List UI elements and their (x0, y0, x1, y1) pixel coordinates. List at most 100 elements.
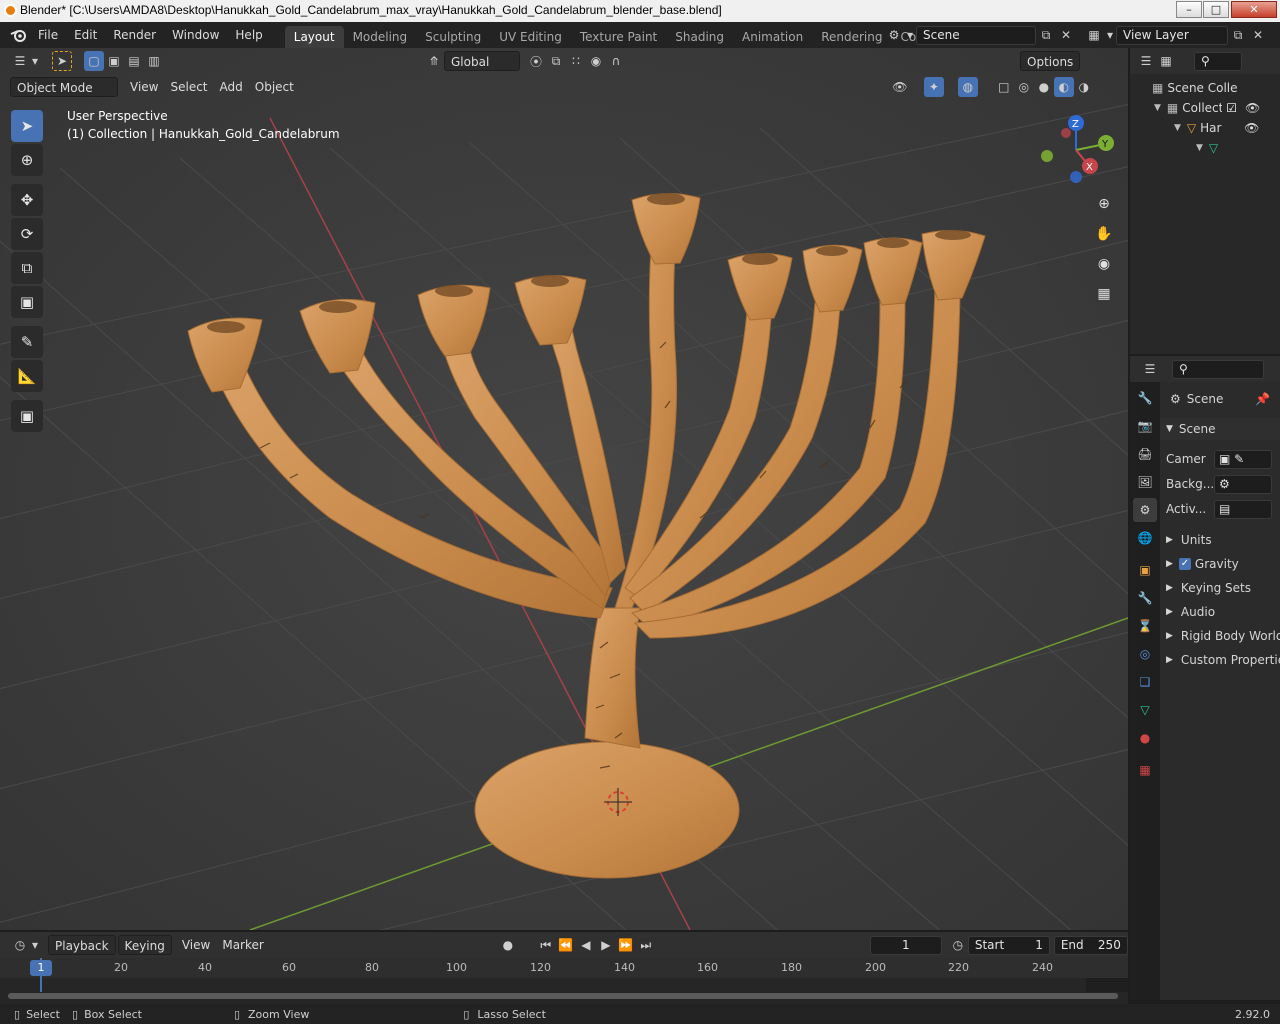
render-tab-icon[interactable]: 📷 (1133, 414, 1157, 438)
menu-render[interactable]: Render (105, 22, 164, 48)
3d-viewport[interactable]: Z Y X (0, 48, 1128, 930)
tool-tab-icon[interactable]: 🔧 (1133, 386, 1157, 410)
delete-scene-icon[interactable]: ✕ (1056, 25, 1076, 45)
tab-modeling[interactable]: Modeling (344, 26, 417, 48)
move-tool[interactable]: ✥ (11, 184, 43, 216)
tab-layout[interactable]: Layout (284, 26, 344, 48)
new-view-layer-icon[interactable]: ⧉ (1228, 25, 1248, 45)
maximize-button[interactable]: □ (1203, 1, 1229, 18)
transform-orientation-dropdown[interactable]: Global (444, 51, 520, 71)
minimize-button[interactable]: – (1176, 1, 1202, 18)
menu-window[interactable]: Window (164, 22, 227, 48)
transform-tool[interactable]: ▣ (11, 286, 43, 318)
select-tool-icon[interactable]: ➤ (52, 51, 72, 71)
chevron-down-icon[interactable]: ▼ (1154, 103, 1161, 113)
outliner-row-collection[interactable]: ▼ ▦ Collecti ☑ 👁 (1130, 98, 1280, 118)
chevron-down-icon[interactable]: ▼ (1166, 418, 1173, 440)
snap-target-icon[interactable]: ∷ (566, 51, 586, 71)
material-shading-icon[interactable]: ◐ (1053, 77, 1074, 97)
menu-object[interactable]: Object (249, 77, 300, 97)
cursor-tool[interactable]: ⊕ (11, 144, 43, 176)
scene-tab-icon[interactable]: ⚙ (1133, 498, 1157, 522)
background-scene-field[interactable]: ⚙ (1214, 474, 1272, 494)
chevron-right-icon[interactable]: ▶ (1166, 529, 1173, 551)
tab-texture-paint[interactable]: Texture Paint (571, 26, 666, 48)
timeline-area[interactable]: 1 20 40 60 80 100 120 140 160 180 200 22… (0, 958, 1128, 1004)
mode-subtract-icon[interactable]: ▤ (124, 51, 144, 71)
end-frame-field[interactable]: End 250 (1053, 935, 1128, 955)
tab-rendering[interactable]: Rendering (812, 26, 891, 48)
pan-hand-icon[interactable]: ✋ (1090, 220, 1118, 248)
zoom-icon[interactable]: ⊕ (1090, 190, 1118, 218)
editor-type-icon[interactable]: ☰ (10, 51, 30, 71)
gravity-panel-header[interactable]: ▶ ✓ Gravity (1160, 553, 1280, 575)
data-tab-icon[interactable]: ▽ (1133, 698, 1157, 722)
playback-menu[interactable]: Playback (48, 935, 116, 955)
falloff-icon[interactable]: ∩ (606, 51, 626, 71)
prev-keyframe-icon[interactable]: ⏪ (556, 935, 576, 955)
wireframe-shading-icon[interactable]: ◎ (1014, 77, 1034, 97)
checkbox-icon[interactable]: ☑ (1226, 101, 1237, 115)
solid-shading-icon[interactable]: ● (1034, 77, 1054, 97)
menu-add[interactable]: Add (214, 77, 249, 97)
proportional-edit-icon[interactable]: ◉ (586, 51, 606, 71)
outliner-row-object[interactable]: ▼ ▽ Har 👁 (1130, 118, 1280, 138)
camera-view-icon[interactable]: ◉ (1090, 250, 1118, 278)
rotate-tool[interactable]: ⟳ (11, 218, 43, 250)
transform-orientation-icon[interactable]: ⤊ (424, 51, 444, 71)
chevron-down-icon[interactable]: ▾ (904, 25, 916, 45)
next-keyframe-icon[interactable]: ⏩ (616, 935, 636, 955)
chevron-down-icon[interactable]: ▾ (1104, 25, 1116, 45)
record-icon[interactable]: ● (498, 935, 518, 955)
chevron-down-icon[interactable]: ▾ (30, 935, 40, 955)
scene-icon[interactable]: ⚙ (884, 25, 904, 45)
clock-icon[interactable]: ◷ (948, 935, 968, 955)
play-icon[interactable]: ▶ (596, 935, 616, 955)
rigid-body-world-panel-header[interactable]: ▶ Rigid Body World (1160, 625, 1280, 647)
xray-toggle-icon[interactable]: □ (994, 77, 1014, 97)
chevron-right-icon[interactable]: ▶ (1166, 649, 1173, 671)
view-layer-name-field[interactable]: View Layer (1116, 25, 1228, 45)
chevron-right-icon[interactable]: ▶ (1166, 625, 1173, 647)
close-button[interactable]: ✕ (1231, 1, 1277, 18)
active-clip-field[interactable]: ▤ (1214, 499, 1272, 519)
start-frame-field[interactable]: Start 1 (967, 935, 1050, 955)
outliner-editor-icon[interactable]: ☰ (1136, 51, 1156, 71)
chevron-down-icon[interactable]: ▾ (30, 51, 40, 71)
rendered-shading-icon[interactable]: ◑ (1074, 77, 1094, 97)
current-frame-field[interactable]: 1 (869, 935, 942, 955)
blender-logo-icon[interactable] (6, 25, 30, 45)
tab-animation[interactable]: Animation (733, 26, 812, 48)
chevron-right-icon[interactable]: ▶ (1166, 553, 1173, 575)
gravity-checkbox[interactable]: ✓ (1178, 558, 1191, 570)
ortho-grid-icon[interactable]: ▦ (1090, 280, 1118, 308)
outliner-row-scene-collection[interactable]: ▦ Scene Colle (1130, 78, 1280, 98)
mode-intersect-icon[interactable]: ▥ (144, 51, 164, 71)
menu-view[interactable]: View (124, 77, 164, 97)
delete-view-layer-icon[interactable]: ✕ (1248, 25, 1268, 45)
output-tab-icon[interactable]: 🖨 (1133, 442, 1157, 466)
object-tab-icon[interactable]: ▣ (1133, 558, 1157, 582)
texture-tab-icon[interactable]: ▦ (1133, 758, 1157, 782)
menu-file[interactable]: File (30, 22, 66, 48)
camera-field[interactable]: ▣ ✎ (1214, 449, 1272, 469)
mode-extend-icon[interactable]: ▣ (104, 51, 124, 71)
material-tab-icon[interactable]: ● (1133, 726, 1157, 750)
physics-tab-icon[interactable]: ◎ (1133, 642, 1157, 666)
play-reverse-icon[interactable]: ◀ (576, 935, 596, 955)
object-mode-dropdown[interactable]: Object Mode (10, 77, 118, 97)
marker-menu[interactable]: Marker (216, 935, 269, 955)
particles-tab-icon[interactable]: ⌛ (1133, 614, 1157, 638)
menu-select[interactable]: Select (164, 77, 213, 97)
menu-help[interactable]: Help (227, 22, 270, 48)
outliner-row-mesh-data[interactable]: ▼ ▽ (1130, 138, 1280, 158)
measure-tool[interactable]: 📐 (11, 360, 43, 392)
annotate-tool[interactable]: ✎ (11, 326, 43, 358)
scene-name-field[interactable]: Scene (916, 25, 1036, 45)
display-mode-icon[interactable]: ▦ (1156, 51, 1176, 71)
menu-edit[interactable]: Edit (66, 22, 105, 48)
properties-editor-icon[interactable]: ☰ (1140, 359, 1160, 379)
pivot-point-icon[interactable]: ⦿ (526, 51, 546, 71)
chevron-down-icon[interactable]: ▼ (1196, 143, 1203, 153)
keying-menu[interactable]: Keying (117, 935, 172, 955)
